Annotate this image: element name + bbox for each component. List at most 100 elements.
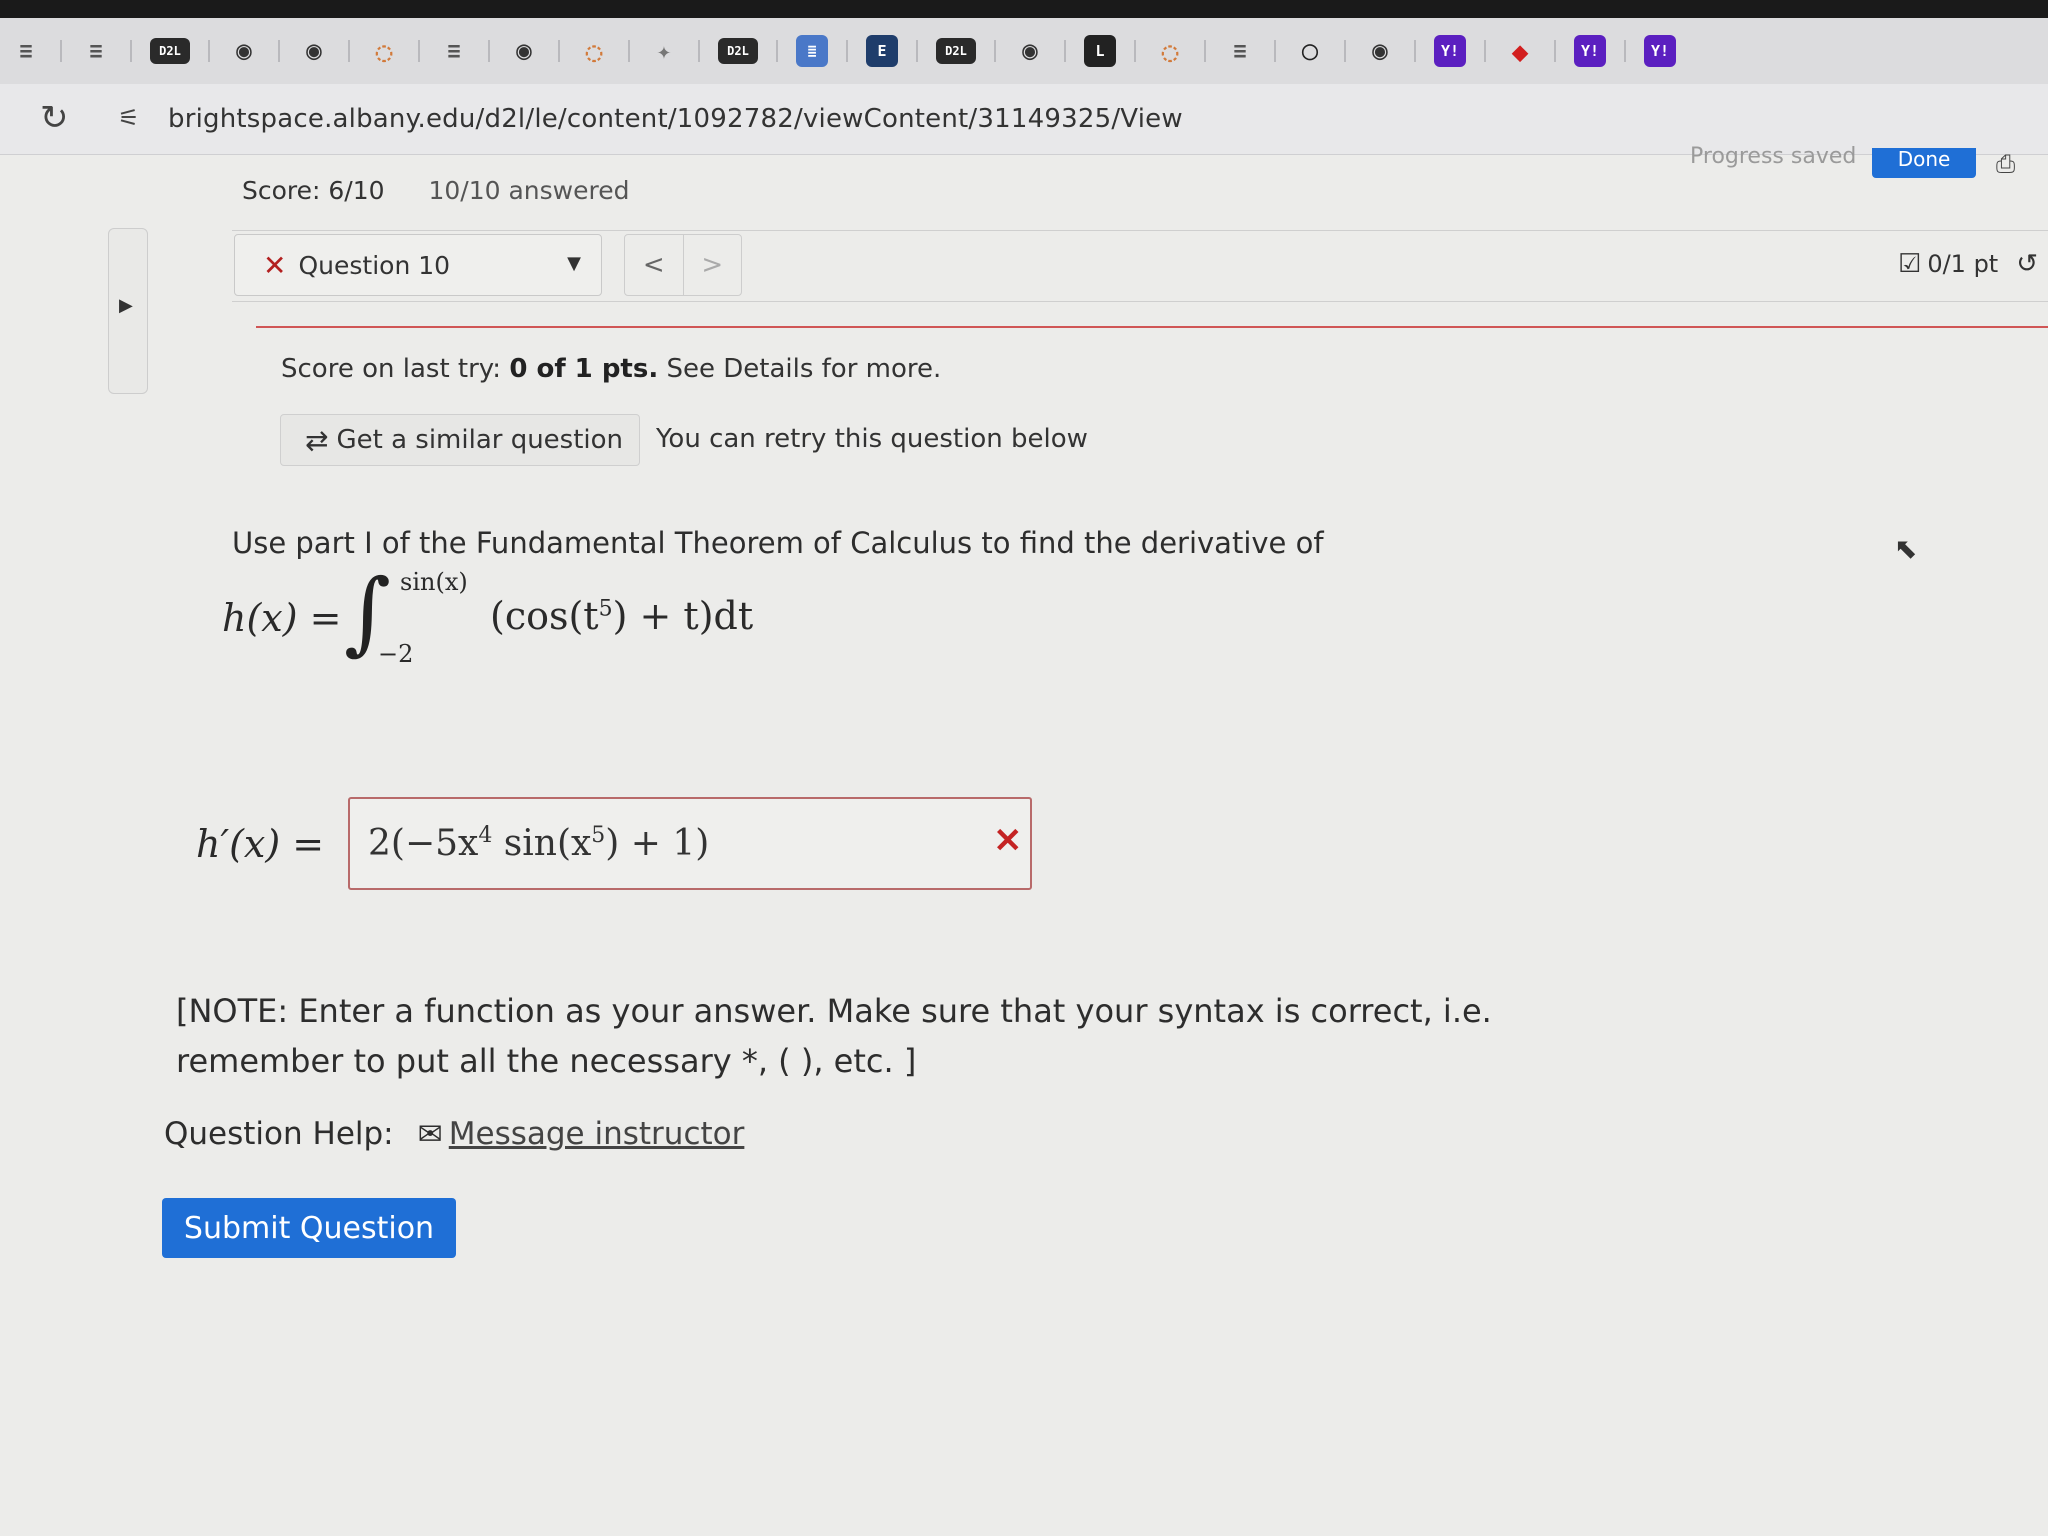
url-field[interactable]: brightspace.albany.edu/d2l/le/content/10… <box>168 104 1183 134</box>
answer-input[interactable]: 2(−5x4 sin(x5) + 1) ✕ <box>348 797 1032 890</box>
reload-icon[interactable]: ↻ <box>40 98 69 138</box>
question-select[interactable]: ✕ Question 10 ▼ <box>234 234 602 296</box>
mouse-cursor-icon: ⬉ <box>1894 532 1918 565</box>
yahoo-icon[interactable]: Y! <box>1574 35 1606 67</box>
yahoo-icon[interactable]: Y! <box>1434 35 1466 67</box>
bookmark-separator <box>994 40 996 62</box>
lower-limit: −2 <box>378 640 414 668</box>
integrand-part-b: ) + t)dt <box>612 594 754 638</box>
integrand-part-a: (cos(t <box>490 594 599 638</box>
bookmark-separator <box>488 40 490 62</box>
next-question-button[interactable]: > <box>682 235 742 295</box>
answer-exponent-2: 5 <box>591 823 606 848</box>
integrand-exponent: 5 <box>598 596 613 622</box>
integrand: (cos(t5) + t)dt <box>490 594 753 638</box>
last-try-suffix: See Details for more. <box>658 354 942 384</box>
bookmark-separator <box>1484 40 1486 62</box>
lines-icon[interactable]: ≡ <box>438 35 470 67</box>
bookmark-separator <box>916 40 918 62</box>
question-help-label: Question Help: <box>164 1116 394 1152</box>
answer-exponent-1: 4 <box>478 823 493 848</box>
dropdown-caret-icon: ▼ <box>567 253 581 274</box>
red-icon[interactable]: ◆ <box>1504 35 1536 68</box>
prev-question-button[interactable]: < <box>625 235 683 295</box>
globe-icon[interactable]: ◉ <box>298 35 330 67</box>
bookmark-separator <box>418 40 420 62</box>
submit-question-button[interactable]: Submit Question <box>162 1198 456 1258</box>
last-try-feedback: Score on last try: 0 of 1 pts. See Detai… <box>281 354 941 384</box>
ring-icon[interactable]: ◌ <box>1154 35 1186 68</box>
envelope-icon: ✉ <box>417 1116 443 1152</box>
bookmark-separator <box>1554 40 1556 62</box>
function-lhs: h(x) = <box>222 596 342 640</box>
d2l-icon[interactable]: D2L <box>150 38 190 64</box>
bookmark-separator <box>1624 40 1626 62</box>
bookmarks-bar: ≡ ≡ D2L ◉ ◉ ◌ ≡ ◉ ◌ ✦ D2L ≣ E D2L ◉ L ◌ ≡ ◯ ◉ Y! ◆ Y! Y! <box>0 18 2048 84</box>
points-indicator: ☑ 0/1 pt ↺ <box>1898 249 2038 279</box>
last-try-prefix: Score on last try: <box>281 354 510 384</box>
e-icon[interactable]: E <box>866 35 898 67</box>
question-pager: < > <box>624 234 742 296</box>
window-top-strip <box>0 0 2048 18</box>
similar-question-label: Get a similar question <box>336 425 624 455</box>
bookmark-separator <box>60 40 62 62</box>
bookmark-separator <box>1344 40 1346 62</box>
repeat-icon: ⇄ <box>305 423 329 457</box>
d2l-icon[interactable]: D2L <box>936 38 976 64</box>
d2l-icon[interactable]: D2L <box>718 38 758 64</box>
globe-icon[interactable]: ◉ <box>1364 35 1396 67</box>
syntax-note: [NOTE: Enter a function as your answer. … <box>176 992 1492 1080</box>
print-icon[interactable]: ⎙ <box>1996 150 2015 178</box>
question-prompt: Use part I of the Fundamental Theorem of… <box>232 526 1324 560</box>
answer-lhs: h′(x) = <box>196 822 325 866</box>
question-select-label: Question 10 <box>298 250 451 280</box>
retry-text: You can retry this question below <box>656 424 1088 454</box>
bookmark-separator <box>1204 40 1206 62</box>
bookmark-separator <box>208 40 210 62</box>
bookmark-separator <box>558 40 560 62</box>
lines-icon[interactable]: ≡ <box>1224 35 1256 67</box>
l-icon[interactable]: L <box>1084 35 1116 67</box>
bookmark-separator <box>846 40 848 62</box>
bookmark-separator <box>776 40 778 62</box>
globe-icon[interactable]: ◉ <box>1014 35 1046 67</box>
points-text: 0/1 pt <box>1927 250 1999 278</box>
ring-icon[interactable]: ◌ <box>368 35 400 68</box>
doc-icon[interactable]: ≣ <box>796 35 828 67</box>
bookmark-separator <box>130 40 132 62</box>
undo-icon[interactable]: ↺ <box>2016 249 2038 279</box>
bookmark-separator <box>278 40 280 62</box>
yahoo-icon[interactable]: Y! <box>1644 35 1676 67</box>
star-icon[interactable]: ✦ <box>648 35 680 67</box>
site-info-icon[interactable]: ⚟ <box>118 104 140 132</box>
message-instructor-link[interactable]: Message instructor <box>449 1116 745 1152</box>
answer-part-c: ) + 1) <box>605 823 710 864</box>
progress-saved-text: Progress saved <box>1690 144 1857 169</box>
answered-count: 10/10 answered <box>428 176 630 205</box>
answer-part-a: 2(−5x <box>368 823 479 864</box>
status-divider <box>256 326 2048 328</box>
question-help: Question Help: ✉ Message instructor <box>164 1116 744 1152</box>
upper-limit: sin(x) <box>400 568 468 596</box>
score-text: Score: 6/10 <box>242 176 385 205</box>
answer-value: 2(−5x4 sin(x5) + 1) <box>368 823 709 864</box>
globe-icon[interactable]: ◉ <box>508 35 540 67</box>
lines-icon[interactable]: ≡ <box>80 35 112 67</box>
question-navigation: ✕ Question 10 ▼ < > ☑ 0/1 pt ↺ <box>232 230 2048 302</box>
answer-part-b: sin(x <box>492 823 592 864</box>
score-summary: Score: 6/10 10/10 answered <box>242 176 629 205</box>
lines-icon[interactable]: ≡ <box>10 35 42 67</box>
bookmark-separator <box>1134 40 1136 62</box>
bookmark-separator <box>628 40 630 62</box>
globe-icon[interactable]: ◉ <box>228 35 260 67</box>
incorrect-x-icon: ✕ <box>263 248 287 282</box>
sidebar-toggle[interactable]: ▶ <box>108 228 148 394</box>
similar-question-button[interactable]: ⇄ Get a similar question <box>280 414 640 466</box>
expand-triangle-icon: ▶ <box>119 295 133 316</box>
bookmark-separator <box>1414 40 1416 62</box>
checkbox-icon: ☑ <box>1898 249 1922 279</box>
github-icon[interactable]: ◯ <box>1294 35 1326 67</box>
incorrect-mark-icon: ✕ <box>993 821 1023 861</box>
ring-icon[interactable]: ◌ <box>578 35 610 68</box>
done-button[interactable]: Done <box>1872 148 1976 178</box>
